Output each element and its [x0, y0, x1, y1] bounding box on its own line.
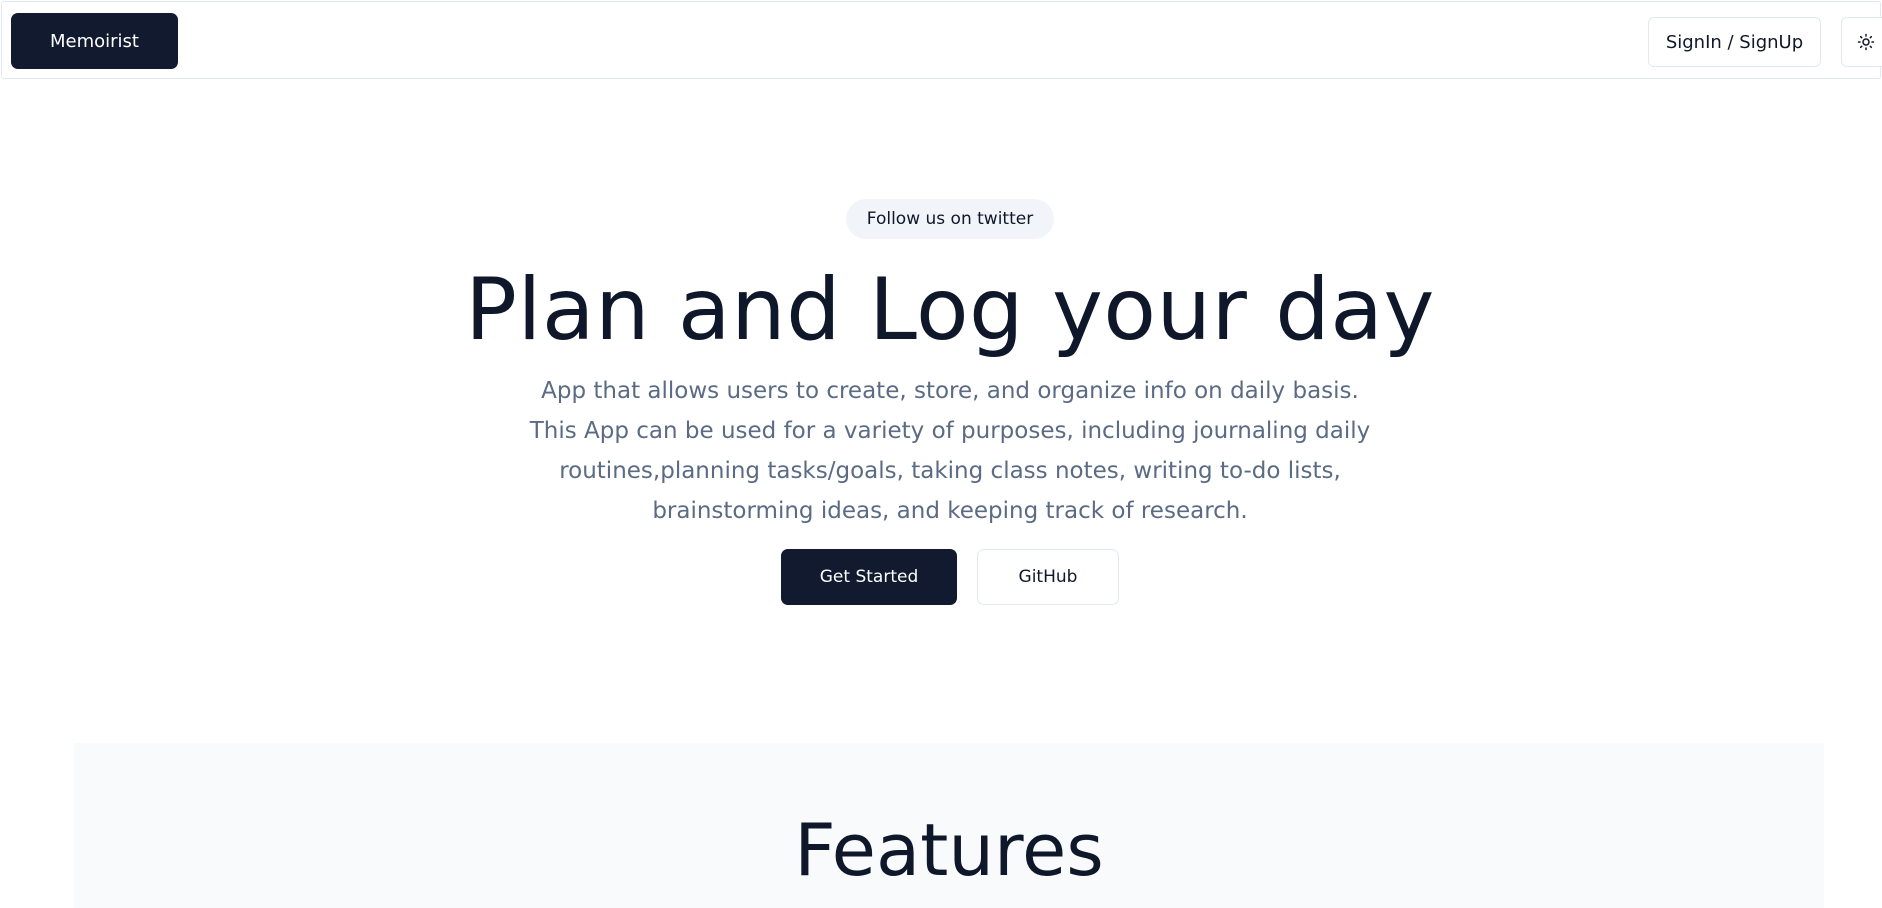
github-button[interactable]: GitHub	[977, 549, 1119, 605]
theme-toggle-button[interactable]	[1841, 17, 1882, 67]
signin-signup-button[interactable]: SignIn / SignUp	[1648, 17, 1821, 67]
features-section: Features	[74, 743, 1824, 908]
brand-button[interactable]: Memoirist	[11, 13, 178, 69]
features-title: Features	[794, 808, 1104, 892]
get-started-button[interactable]: Get Started	[781, 549, 957, 605]
top-navbar: Memoirist SignIn / SignUp	[1, 1, 1882, 79]
hero-title: Plan and Log your day	[465, 260, 1435, 360]
hero-description: App that allows users to create, store, …	[529, 378, 1371, 524]
sun-icon	[1857, 33, 1875, 51]
twitter-follow-link[interactable]: Follow us on twitter	[846, 199, 1054, 239]
